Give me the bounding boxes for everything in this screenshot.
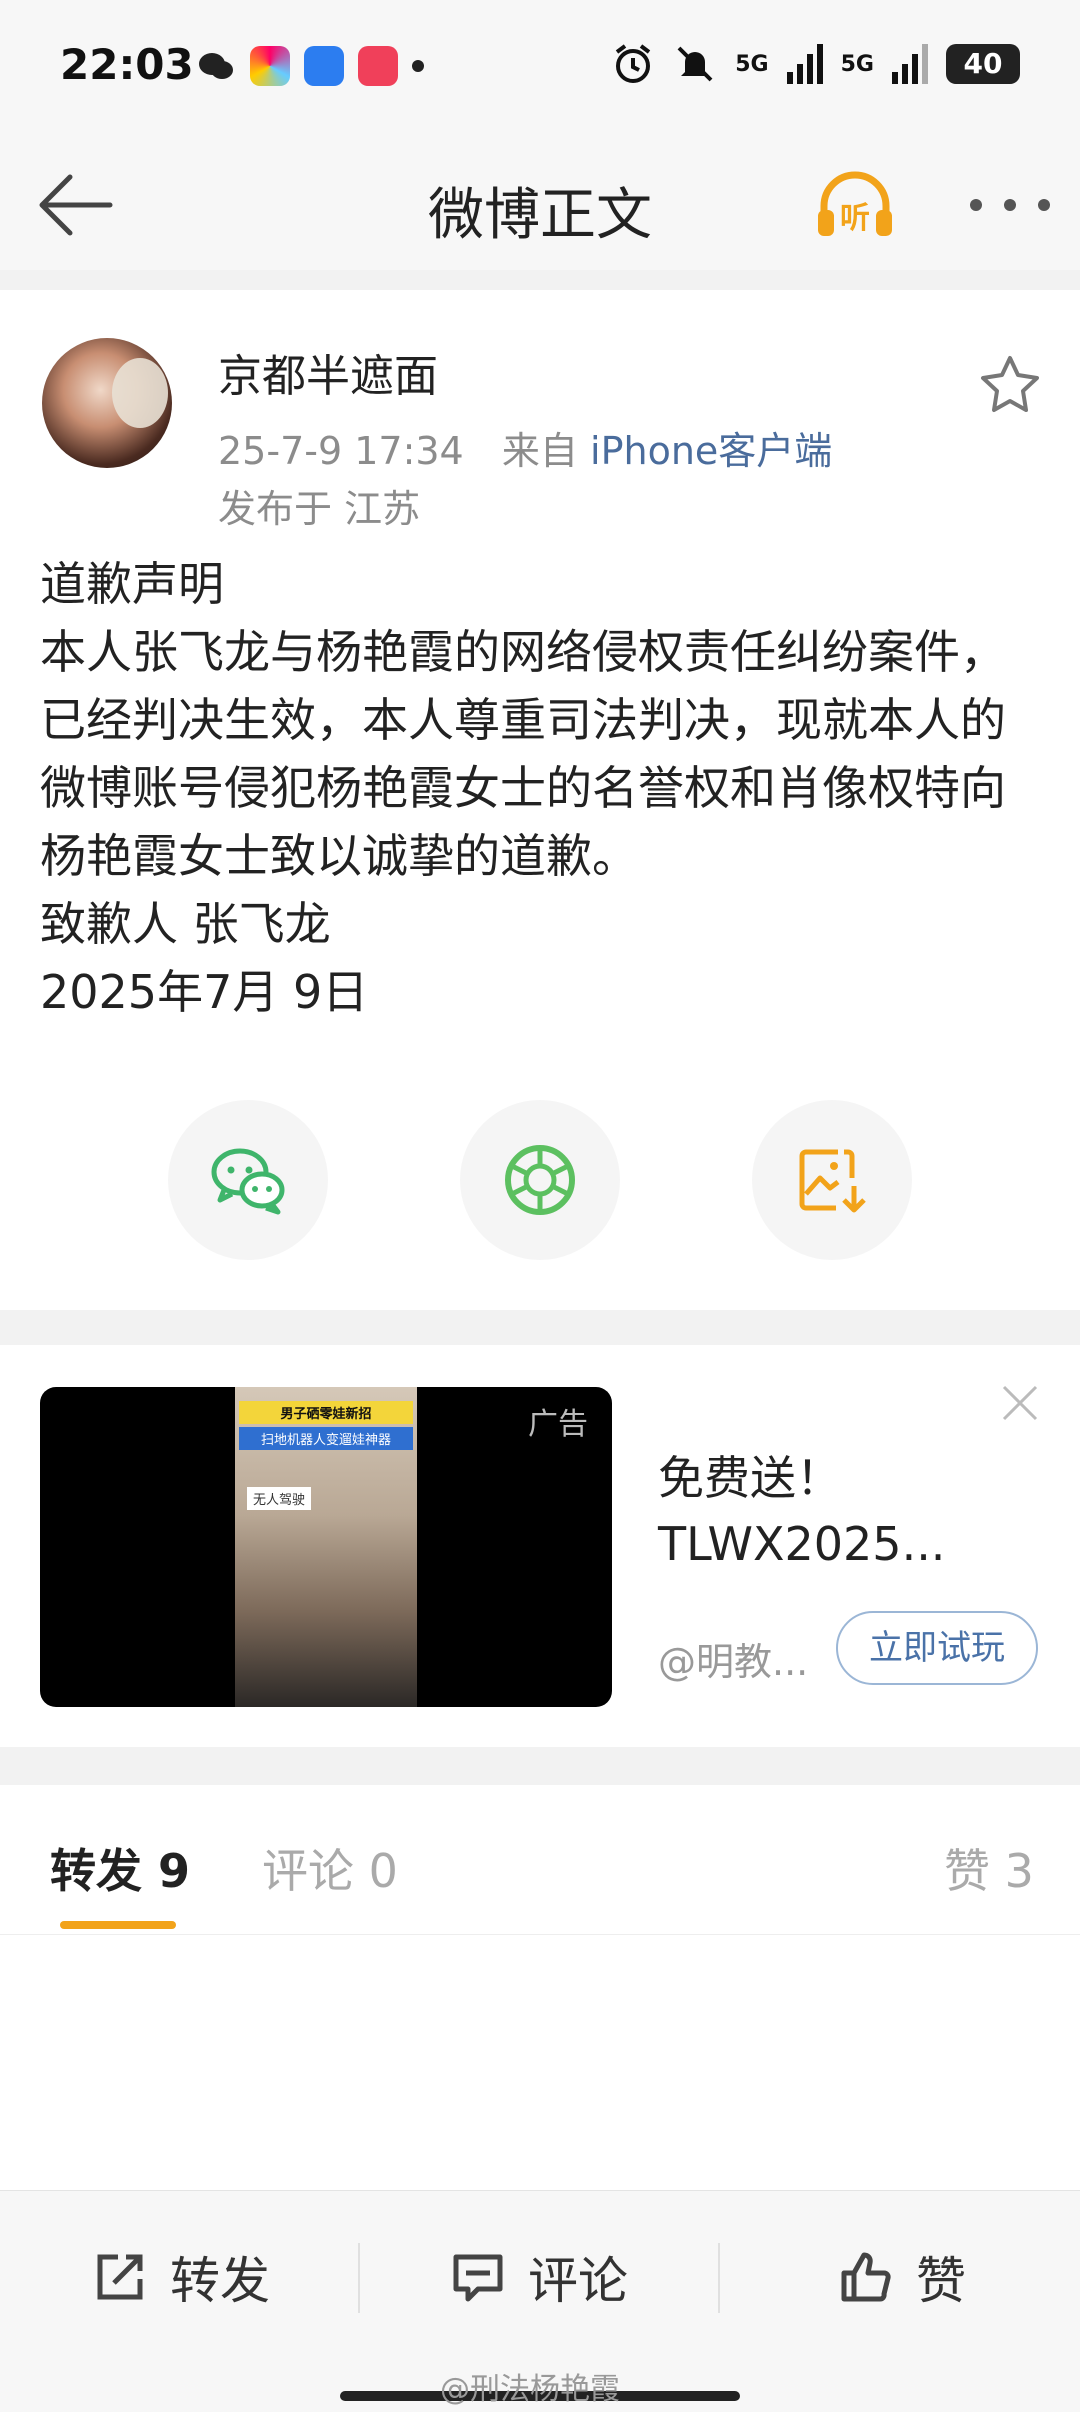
mute-icon [677,46,713,82]
watermark: @刑法杨艳霞 [440,2372,620,2407]
tab-comments[interactable]: 评论 0 [262,1835,398,1901]
divider [358,2243,360,2313]
ad-close-button[interactable] [998,1381,1042,1425]
wechat-notification-icon [196,46,236,86]
comment-label: 评论 [528,2252,628,2310]
post-line: 本人张飞龙与杨艳霞的网络侵权责任纠纷案件，已经判决生效，本人尊重司法判决，现就本… [40,625,1006,883]
tab-active-indicator [60,1921,176,1929]
signal-icon [892,44,928,84]
network-5g-2: 5G [840,51,874,77]
post-line: 2025年7月 9日 [40,965,369,1019]
network-5g-1: 5G [735,51,769,77]
like-button[interactable]: 赞 [836,2241,966,2313]
ad-video[interactable]: 男子硒零娃新招 扫地机器人变遛娃神器 无人驾驶 广告 [40,1387,612,1707]
wechat-icon [211,1148,285,1215]
post-date: 25-7-9 17:34 [218,429,464,473]
repost-icon [97,2254,143,2300]
ad-label: 广告 [528,1407,588,1442]
more-notifications-icon [412,60,424,72]
post-meta: 25-7-9 17:34 来自 iPhone客户端 [218,420,832,475]
thumbs-up-icon [841,2252,891,2302]
status-right: 5G 5G 40 [611,42,1020,86]
signal-icon [786,44,823,84]
save-image-button[interactable] [752,1100,912,1260]
post-location: 发布于 江苏 [218,487,421,531]
page-title: 微博正文 [428,183,652,248]
more-dots-icon [970,199,1050,211]
repost-label: 转发 [170,2252,270,2310]
post-source[interactable]: iPhone客户端 [590,429,832,473]
comment-icon [453,2254,503,2302]
post-card: 京都半遮面 25-7-9 17:34 来自 iPhone客户端 发布于 江苏 道… [0,290,1080,1310]
tab-likes[interactable]: 赞 3 [944,1835,1034,1901]
battery-indicator: 40 [946,44,1020,84]
ad-video-frame: 男子硒零娃新招 扫地机器人变遛娃神器 无人驾驶 [235,1387,417,1707]
ad-frame-caption: 男子硒零娃新招 [239,1401,413,1424]
listen-button[interactable]: 听 [810,160,900,250]
ad-frame-caption: 扫地机器人变遛娃神器 [239,1427,413,1450]
navigation-bar: 微博正文 听 [0,140,1080,270]
post-line: 道歉声明 [40,557,224,611]
share-wechat-button[interactable] [168,1100,328,1260]
more-options-button[interactable] [960,180,1060,230]
moments-icon [505,1145,575,1215]
tab-content-area [0,1935,1080,2190]
svg-text:听: 听 [840,201,870,236]
headphones-icon: 听 [818,171,892,236]
music-notification-icon [358,46,398,86]
close-icon [1002,1385,1038,1421]
post-author[interactable]: 京都半遮面 [218,340,438,404]
status-time: 22:03 [60,40,194,89]
app-notification-icon [304,46,344,86]
repost-button[interactable]: 转发 [90,2241,270,2313]
tab-reposts[interactable]: 转发 9 [50,1835,190,1901]
avatar[interactable] [42,338,172,468]
ad-advertiser[interactable]: @明教... [658,1631,808,1686]
comment-button[interactable]: 评论 [448,2241,628,2313]
status-app-icons [196,46,424,86]
interaction-tabs: 转发 9 评论 0 赞 3 [0,1785,1080,1935]
ad-frame-tag: 无人驾驶 [247,1487,312,1510]
share-moments-button[interactable] [460,1100,620,1260]
star-icon [981,356,1039,412]
post-line: 致歉人 张飞龙 [40,897,331,951]
divider [718,2243,720,2313]
image-download-icon [799,1149,866,1213]
post-source-prefix: 来自 [501,429,578,473]
app-notification-icon [250,46,290,86]
ad-cta-button[interactable]: 立即试玩 [836,1611,1038,1685]
alarm-icon [616,44,651,83]
post-body: 道歉声明 本人张飞龙与杨艳霞的网络侵权责任纠纷案件，已经判决生效，本人尊重司法判… [40,550,1050,1026]
ad-card[interactable]: 男子硒零娃新招 扫地机器人变遛娃神器 无人驾驶 广告 免费送！TLWX2025.… [0,1345,1080,1747]
like-label: 赞 [916,2252,966,2310]
status-bar: 22:03 5G 5G 40 [0,0,1080,140]
favorite-button[interactable] [975,350,1045,420]
ad-title[interactable]: 免费送！TLWX2025... [658,1445,1028,1577]
